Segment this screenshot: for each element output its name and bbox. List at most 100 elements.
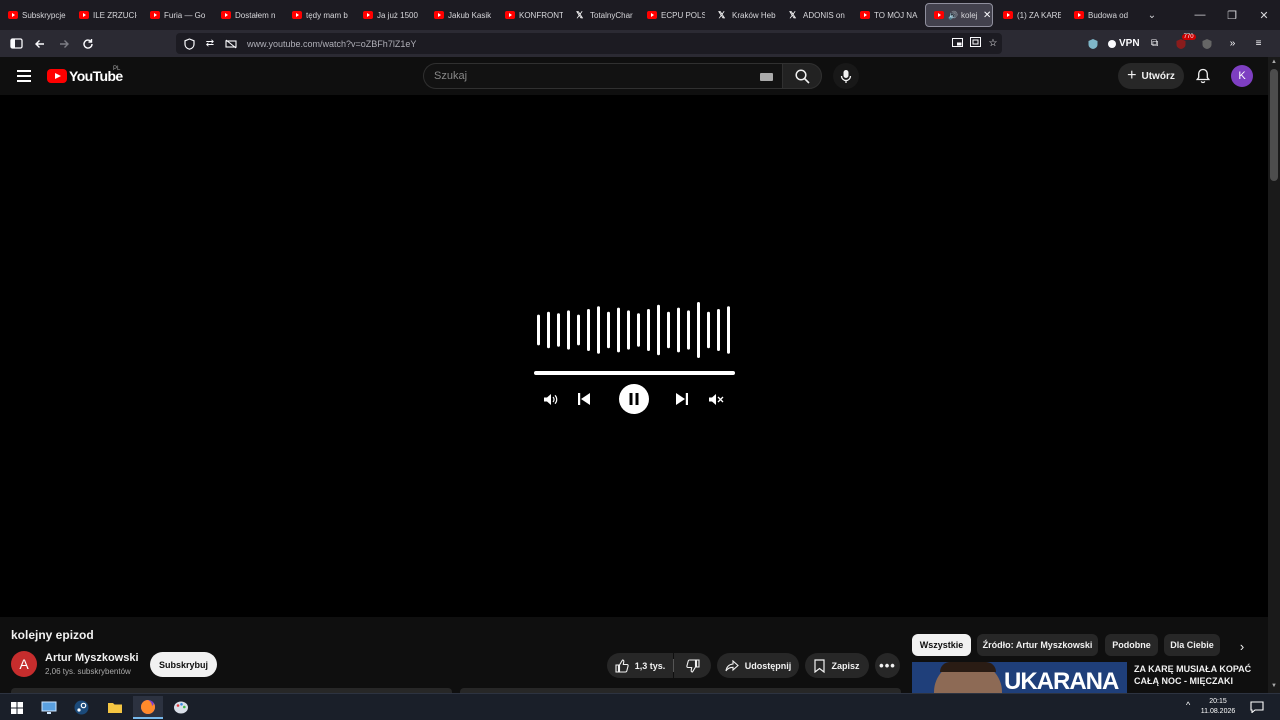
keyboard-icon[interactable] <box>760 73 773 81</box>
window-controls: — ❐ ✕ <box>1184 0 1280 30</box>
dislike-button[interactable] <box>674 653 711 678</box>
shield-icon[interactable] <box>181 36 197 52</box>
save-button[interactable]: Zapisz <box>805 653 869 678</box>
browser-tab[interactable]: ILE ZRZUCIŁ <box>71 3 142 27</box>
browser-tab[interactable]: tędy mam b <box>284 3 355 27</box>
browser-tab[interactable]: Subskrypcje <box>0 3 71 27</box>
browser-tab[interactable]: Jakub Kasik <box>426 3 497 27</box>
hamburger-icon <box>17 70 31 72</box>
scroll-down-arrow[interactable]: ▼ <box>1270 683 1278 689</box>
scroll-up-arrow[interactable]: ▲ <box>1270 59 1278 65</box>
camera-off-icon[interactable] <box>223 36 239 52</box>
back-button[interactable] <box>28 33 52 55</box>
chip-for-you[interactable]: Dla Ciebie <box>1164 634 1220 656</box>
browser-tab[interactable]: 𝕏 TotalnyChar <box>568 3 639 27</box>
picture-in-picture-icon[interactable] <box>948 37 966 50</box>
voice-search-button[interactable] <box>833 63 859 89</box>
taskbar-app-explorer[interactable] <box>100 696 130 719</box>
tab-overflow-button[interactable]: ⌄ <box>1137 3 1167 27</box>
chips-next-button[interactable]: › <box>1232 636 1252 656</box>
create-label: Utwórz <box>1141 70 1175 82</box>
page-scrollbar[interactable]: ▲ ▼ <box>1268 57 1280 693</box>
notifications-button[interactable] <box>1191 64 1215 88</box>
pause-button[interactable] <box>619 384 649 414</box>
browser-tab[interactable]: KONFRONT <box>497 3 568 27</box>
channel-name[interactable]: Artur Myszkowski <box>45 652 139 664</box>
volume-button[interactable] <box>542 391 560 407</box>
tab-audio-icon[interactable]: 🔊 <box>948 11 958 20</box>
bookmark-star-icon[interactable]: ☆ <box>984 38 1002 49</box>
search-button[interactable] <box>782 63 822 89</box>
youtube-logo[interactable]: YouTube <box>47 68 123 84</box>
tab-title: ECPU POLSK <box>661 10 705 20</box>
taskbar-clock[interactable]: 20:15 11.08.2026 <box>1200 697 1236 717</box>
close-tab-icon[interactable]: ✕ <box>983 10 991 21</box>
scrollbar-thumb[interactable] <box>1270 69 1278 181</box>
waveform-progress-bar[interactable] <box>534 371 735 375</box>
tray-chevron-up-icon[interactable]: ^ <box>1186 700 1190 710</box>
chip-all[interactable]: Wszystkie <box>912 634 971 656</box>
notification-center-button[interactable] <box>1250 700 1264 714</box>
video-player[interactable] <box>0 95 1268 617</box>
browser-tab[interactable]: TO MÓJ NA <box>852 3 923 27</box>
taskbar-app-firefox[interactable] <box>133 696 163 719</box>
more-actions-button[interactable]: ••• <box>875 653 900 678</box>
app-menu-icon[interactable]: ≡ <box>1248 33 1270 54</box>
share-button[interactable]: Udostępnij <box>717 653 799 678</box>
vpn-button[interactable]: VPN <box>1108 33 1140 54</box>
sidebar-toggle-button[interactable] <box>4 33 28 55</box>
recommended-video-thumbnail[interactable]: UKARANA <box>912 662 1127 694</box>
x-icon: 𝕏 <box>576 10 584 20</box>
browser-tab[interactable]: Ja już 1500 <box>355 3 426 27</box>
more-tools-icon[interactable]: » <box>1222 33 1244 54</box>
browser-tab[interactable]: Furia — Go <box>142 3 213 27</box>
youtube-icon <box>292 11 302 19</box>
taskbar-app-monitor[interactable] <box>34 696 64 719</box>
previous-track-button[interactable] <box>576 391 592 407</box>
chip-similar[interactable]: Podobne <box>1105 634 1158 656</box>
start-button[interactable] <box>2 696 32 719</box>
maximize-button[interactable]: ❐ <box>1216 0 1248 30</box>
next-track-button[interactable] <box>674 391 690 407</box>
user-avatar[interactable]: K <box>1231 65 1253 87</box>
subscribe-button[interactable]: Subskrybuj <box>150 652 217 677</box>
address-bar[interactable]: ⇄ www.youtube.com/watch?v=oZBFh7lZ1eY ☆ <box>176 33 1002 54</box>
browser-tab[interactable]: 𝕏 ADONIS on <box>781 3 852 27</box>
waveform-bar <box>687 310 690 350</box>
taskbar-app-steam[interactable] <box>66 696 96 719</box>
browser-tab[interactable]: ECPU POLSK <box>639 3 710 27</box>
recommended-video-title[interactable]: ZA KARĘ MUSIAŁA KOPAĆ CAŁĄ NOC - MIĘCZAK… <box>1134 663 1264 687</box>
minimize-button[interactable]: — <box>1184 0 1216 30</box>
youtube-icon <box>505 11 515 19</box>
channel-avatar[interactable]: A <box>11 651 37 677</box>
waveform-bar <box>577 314 580 346</box>
guide-menu-button[interactable] <box>12 64 36 88</box>
url-text[interactable]: www.youtube.com/watch?v=oZBFh7lZ1eY <box>247 39 948 49</box>
chip-source[interactable]: Źródło: Artur Myszkowski <box>977 634 1098 656</box>
ublock-extension-icon[interactable]: 770 <box>1170 33 1196 54</box>
bell-icon <box>1196 68 1210 84</box>
browser-tab[interactable]: 𝕏 Kraków Heb <box>710 3 781 27</box>
waveform-bar <box>717 309 720 351</box>
privacy-extension-icon[interactable] <box>1082 33 1104 54</box>
create-button[interactable]: + Utwórz <box>1118 63 1184 89</box>
waveform-bar <box>587 309 590 351</box>
close-window-button[interactable]: ✕ <box>1248 0 1280 30</box>
tab-list: Subskrypcje ILE ZRZUCIŁ Furia — Go Dostałem… <box>0 3 1137 27</box>
mute-button[interactable] <box>707 391 725 407</box>
forward-button[interactable] <box>52 33 76 55</box>
screenshot-icon[interactable] <box>966 37 984 50</box>
hamburger-line <box>17 80 31 82</box>
browser-tab[interactable]: (1) ZA KARĘ <box>995 3 1066 27</box>
shield-extension-icon[interactable] <box>1196 33 1218 54</box>
browser-tab[interactable]: Budowa od <box>1066 3 1137 27</box>
taskbar-app-paint[interactable] <box>166 696 196 719</box>
browser-tab[interactable]: Dostałem n <box>213 3 284 27</box>
permissions-icon[interactable]: ⇄ <box>202 36 218 52</box>
like-button[interactable]: 1,3 tys. <box>607 653 673 678</box>
browser-tab[interactable]: 🔊 kolej ✕ <box>925 3 993 27</box>
tab-title: Ja już 1500 <box>377 10 418 20</box>
extensions-puzzle-icon[interactable]: ⧉ <box>1144 33 1166 54</box>
reload-button[interactable] <box>76 33 100 55</box>
search-input[interactable] <box>434 70 744 82</box>
